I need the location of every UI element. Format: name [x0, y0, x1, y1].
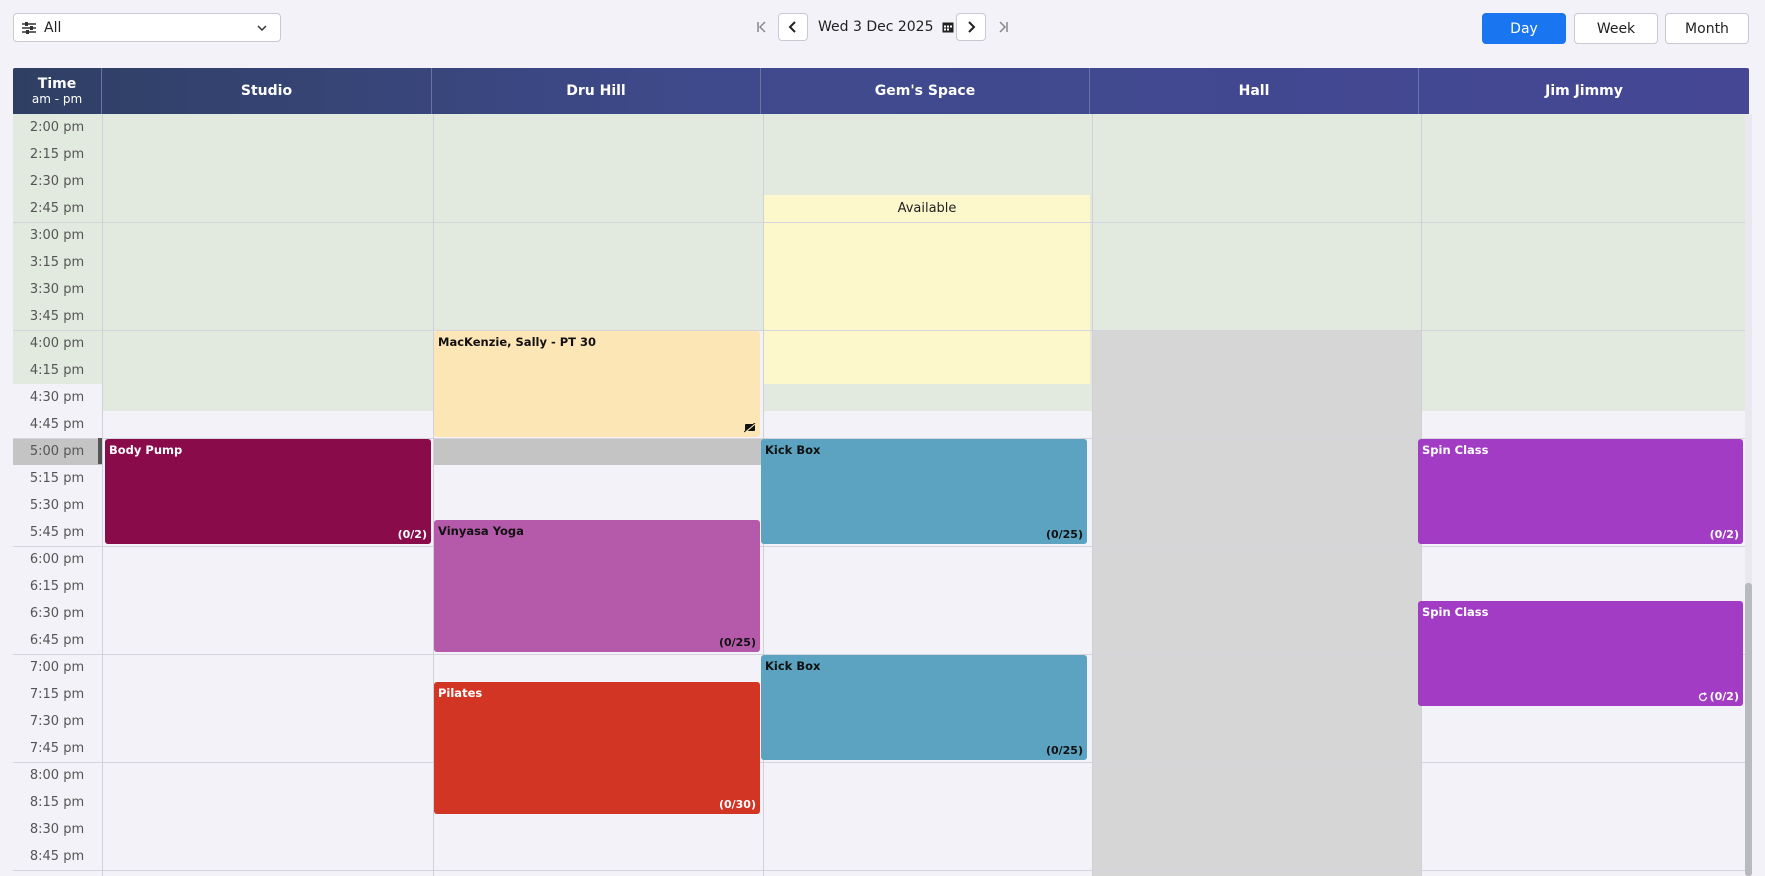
- studio-available-bg: [102, 114, 433, 411]
- calendar-header: Time am - pm Studio Dru Hill Gem's Space…: [13, 68, 1749, 114]
- event-capacity: (0/2): [397, 528, 427, 541]
- skip-last-icon: [999, 21, 1008, 33]
- column-divider: [1092, 114, 1093, 876]
- event-kick-box[interactable]: Kick Box (0/25): [761, 439, 1087, 544]
- event-kick-box-evening[interactable]: Kick Box (0/25): [761, 655, 1087, 760]
- column-header-gems-space: Gem's Space: [761, 68, 1090, 114]
- last-page-button[interactable]: [992, 13, 1014, 41]
- time-label: 6:45 pm: [29, 633, 85, 648]
- view-month-button[interactable]: Month: [1665, 13, 1749, 44]
- event-body-pump[interactable]: Body Pump (0/2): [105, 439, 431, 544]
- filter-select[interactable]: All: [13, 13, 281, 42]
- event-capacity: (0/30): [718, 798, 756, 811]
- event-spin-class[interactable]: Spin Class (0/2): [1418, 439, 1743, 544]
- time-label: 3:30 pm: [29, 282, 85, 297]
- column-header-studio: Studio: [102, 68, 432, 114]
- time-label: 8:30 pm: [29, 822, 85, 837]
- event-title: MacKenzie, Sally - PT 30: [438, 335, 597, 349]
- time-label: 6:15 pm: [29, 579, 85, 594]
- event-title: Pilates: [438, 686, 483, 700]
- hall-unavailable-bg: [1092, 330, 1421, 876]
- time-header-title: Time: [37, 76, 77, 92]
- calendar-icon: [942, 22, 953, 33]
- event-title: Kick Box: [765, 443, 821, 457]
- time-label: 3:00 pm: [29, 228, 85, 243]
- event-mackenzie-pt[interactable]: MacKenzie, Sally - PT 30: [434, 331, 760, 437]
- available-label: Available: [897, 201, 957, 216]
- time-label: 4:00 pm: [29, 336, 85, 351]
- time-label: 8:15 pm: [29, 795, 85, 810]
- next-day-button[interactable]: [956, 13, 986, 41]
- time-label: 8:00 pm: [29, 768, 85, 783]
- time-label: 2:45 pm: [29, 201, 85, 216]
- time-label: 2:15 pm: [29, 147, 85, 162]
- column-header-jim-jimmy: Jim Jimmy: [1545, 83, 1623, 99]
- current-time-marker: [98, 438, 102, 464]
- chevron-right-icon: [968, 21, 976, 33]
- scrollbar-thumb[interactable]: [1745, 583, 1752, 876]
- hour-line: [13, 222, 1749, 223]
- time-label: 7:45 pm: [29, 741, 85, 756]
- dru-hill-blocked-slot: [433, 438, 763, 465]
- event-title: Kick Box: [765, 659, 821, 673]
- time-column-header: Time am - pm: [13, 68, 102, 114]
- hour-line: [13, 330, 1749, 331]
- column-header-dru-hill: Dru Hill: [432, 68, 761, 114]
- event-title: Spin Class: [1422, 605, 1489, 619]
- time-label: 7:30 pm: [29, 714, 85, 729]
- previous-day-button[interactable]: [778, 13, 808, 41]
- current-date: Wed 3 Dec 2025: [818, 19, 934, 35]
- event-vinyasa-yoga[interactable]: Vinyasa Yoga (0/25): [434, 520, 760, 652]
- view-week-button[interactable]: Week: [1574, 13, 1658, 44]
- view-day-button[interactable]: Day: [1482, 13, 1566, 44]
- time-label: 8:45 pm: [29, 849, 85, 864]
- filter-sliders-icon: [22, 21, 36, 34]
- time-label: 6:00 pm: [29, 552, 85, 567]
- skip-first-icon: [757, 21, 766, 33]
- time-label: 5:30 pm: [29, 498, 85, 513]
- date-picker[interactable]: Wed 3 Dec 2025: [818, 13, 958, 41]
- column-divider: [102, 114, 103, 876]
- time-label: 4:15 pm: [29, 363, 85, 378]
- event-title: Spin Class: [1422, 443, 1489, 457]
- time-label: 6:30 pm: [29, 606, 85, 621]
- event-pilates[interactable]: Pilates (0/30): [434, 682, 760, 814]
- chevron-left-icon: [788, 21, 796, 33]
- event-capacity: (0/2): [1709, 528, 1739, 541]
- event-capacity: (0/2): [1709, 690, 1739, 703]
- jim-jimmy-available-bg: [1421, 114, 1749, 411]
- gems-space-available-block[interactable]: [764, 195, 1090, 384]
- day-grid[interactable]: 2:00 pm 2:15 pm 2:30 pm 2:45 pm 3:00 pm …: [13, 114, 1749, 876]
- hour-line: [13, 762, 1749, 763]
- time-label: 4:30 pm: [29, 390, 85, 405]
- time-label: 5:00 pm: [29, 444, 85, 459]
- event-spin-class-recurring[interactable]: Spin Class (0/2): [1418, 601, 1743, 706]
- time-label: 5:45 pm: [29, 525, 85, 540]
- event-capacity-wrap: (0/2): [1698, 690, 1739, 703]
- time-label: 2:00 pm: [29, 120, 85, 135]
- time-label: 7:00 pm: [29, 660, 85, 675]
- event-capacity: (0/25): [718, 636, 756, 649]
- time-header-sub: am - pm: [31, 92, 83, 106]
- event-capacity: (0/25): [1045, 528, 1083, 541]
- column-header-hall: Hall: [1090, 68, 1419, 114]
- first-page-button[interactable]: [751, 13, 773, 41]
- time-label: 3:45 pm: [29, 309, 85, 324]
- hour-line: [13, 546, 1749, 547]
- event-capacity: (0/25): [1045, 744, 1083, 757]
- filter-value: All: [44, 19, 62, 36]
- time-label: 2:30 pm: [29, 174, 85, 189]
- time-label: 7:15 pm: [29, 687, 85, 702]
- chevron-down-icon: [257, 24, 267, 31]
- time-label: 4:45 pm: [29, 417, 85, 432]
- event-title: Body Pump: [109, 443, 183, 457]
- event-title: Vinyasa Yoga: [438, 524, 524, 538]
- repeat-icon: [1698, 691, 1707, 701]
- no-comment-icon: [744, 423, 756, 433]
- hour-line: [13, 870, 1749, 871]
- time-label: 5:15 pm: [29, 471, 85, 486]
- time-label: 3:15 pm: [29, 255, 85, 270]
